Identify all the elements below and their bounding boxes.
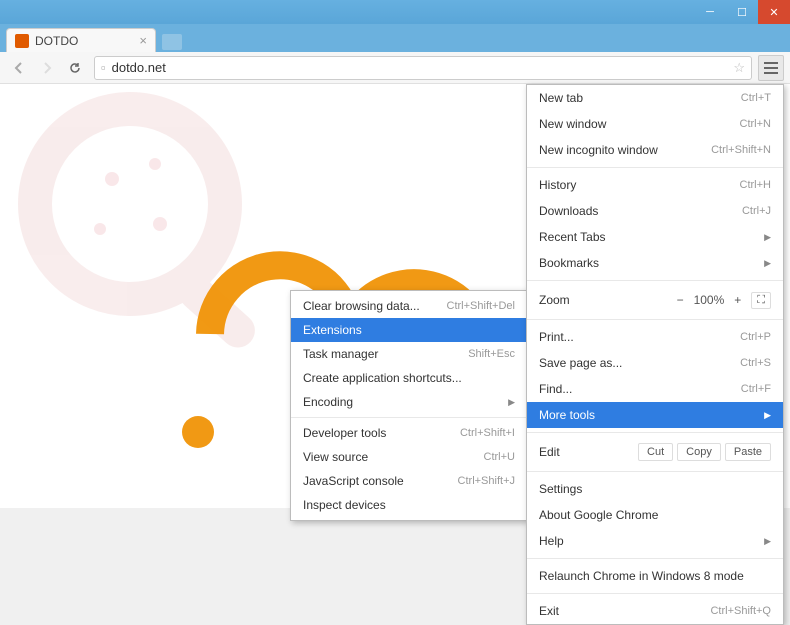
chevron-right-icon: ▶ [508,397,515,408]
submenu-item-inspect-devices[interactable]: Inspect devices [291,493,527,517]
menu-item-edit: Edit Cut Copy Paste [527,437,783,467]
menu-separator [527,432,783,433]
menu-item-about[interactable]: About Google Chrome [527,502,783,528]
page-icon: ▫ [101,60,106,75]
menu-item-exit[interactable]: ExitCtrl+Shift+Q [527,598,783,624]
bookmark-star-icon[interactable]: ☆ [733,60,745,76]
tab-title: DOTDO [35,34,78,48]
submenu-item-view-source[interactable]: View sourceCtrl+U [291,445,527,469]
fullscreen-button[interactable]: ⛶ [751,292,771,309]
submenu-item-task-manager[interactable]: Task managerShift+Esc [291,342,527,366]
menu-item-downloads[interactable]: DownloadsCtrl+J [527,198,783,224]
favicon-icon [15,34,29,48]
cut-button[interactable]: Cut [638,443,673,461]
submenu-item-encoding[interactable]: Encoding▶ [291,390,527,414]
menu-separator [527,319,783,320]
paste-button[interactable]: Paste [725,443,771,461]
toolbar: ▫ dotdo.net ☆ [0,52,790,84]
close-button[interactable]: ✕ [758,0,790,24]
address-bar[interactable]: ▫ dotdo.net ☆ [94,56,752,80]
menu-item-find[interactable]: Find...Ctrl+F [527,376,783,402]
menu-item-history[interactable]: HistoryCtrl+H [527,172,783,198]
menu-item-help[interactable]: Help▶ [527,528,783,554]
chevron-right-icon: ▶ [764,536,771,547]
menu-item-save-as[interactable]: Save page as...Ctrl+S [527,350,783,376]
zoom-value: 100% [694,293,725,307]
menu-separator [527,593,783,594]
menu-item-relaunch[interactable]: Relaunch Chrome in Windows 8 mode [527,563,783,589]
menu-item-settings[interactable]: Settings [527,476,783,502]
window-titlebar: ─ ☐ ✕ [0,0,790,24]
back-button[interactable] [6,55,32,81]
menu-separator [527,471,783,472]
zoom-in-button[interactable]: + [734,293,741,307]
more-tools-submenu: Clear browsing data...Ctrl+Shift+Del Ext… [290,290,528,521]
chevron-right-icon: ▶ [764,410,771,421]
menu-item-more-tools[interactable]: More tools▶ [527,402,783,428]
browser-tab[interactable]: DOTDO × [6,28,156,52]
submenu-item-extensions[interactable]: Extensions [291,318,527,342]
forward-button[interactable] [34,55,60,81]
submenu-item-dev-tools[interactable]: Developer toolsCtrl+Shift+I [291,421,527,445]
menu-item-new-incognito[interactable]: New incognito windowCtrl+Shift+N [527,137,783,163]
submenu-item-clear-browsing[interactable]: Clear browsing data...Ctrl+Shift+Del [291,294,527,318]
submenu-item-js-console[interactable]: JavaScript consoleCtrl+Shift+J [291,469,527,493]
chrome-main-menu: New tabCtrl+T New windowCtrl+N New incog… [526,84,784,625]
maximize-button[interactable]: ☐ [726,0,758,24]
tab-strip: DOTDO × [0,24,790,52]
menu-separator [291,417,527,418]
menu-item-bookmarks[interactable]: Bookmarks▶ [527,250,783,276]
menu-item-new-tab[interactable]: New tabCtrl+T [527,85,783,111]
menu-item-new-window[interactable]: New windowCtrl+N [527,111,783,137]
minimize-button[interactable]: ─ [694,0,726,24]
menu-item-zoom: Zoom − 100% + ⛶ [527,285,783,315]
submenu-item-create-shortcuts[interactable]: Create application shortcuts... [291,366,527,390]
reload-button[interactable] [62,55,88,81]
chevron-right-icon: ▶ [764,232,771,243]
menu-separator [527,280,783,281]
tab-close-icon[interactable]: × [139,33,147,48]
chevron-right-icon: ▶ [764,258,771,269]
menu-separator [527,558,783,559]
menu-item-recent-tabs[interactable]: Recent Tabs▶ [527,224,783,250]
menu-item-print[interactable]: Print...Ctrl+P [527,324,783,350]
url-text: dotdo.net [112,60,166,75]
menu-button[interactable] [758,55,784,81]
copy-button[interactable]: Copy [677,443,721,461]
menu-separator [527,167,783,168]
new-tab-button[interactable] [162,34,182,50]
zoom-out-button[interactable]: − [677,293,684,307]
